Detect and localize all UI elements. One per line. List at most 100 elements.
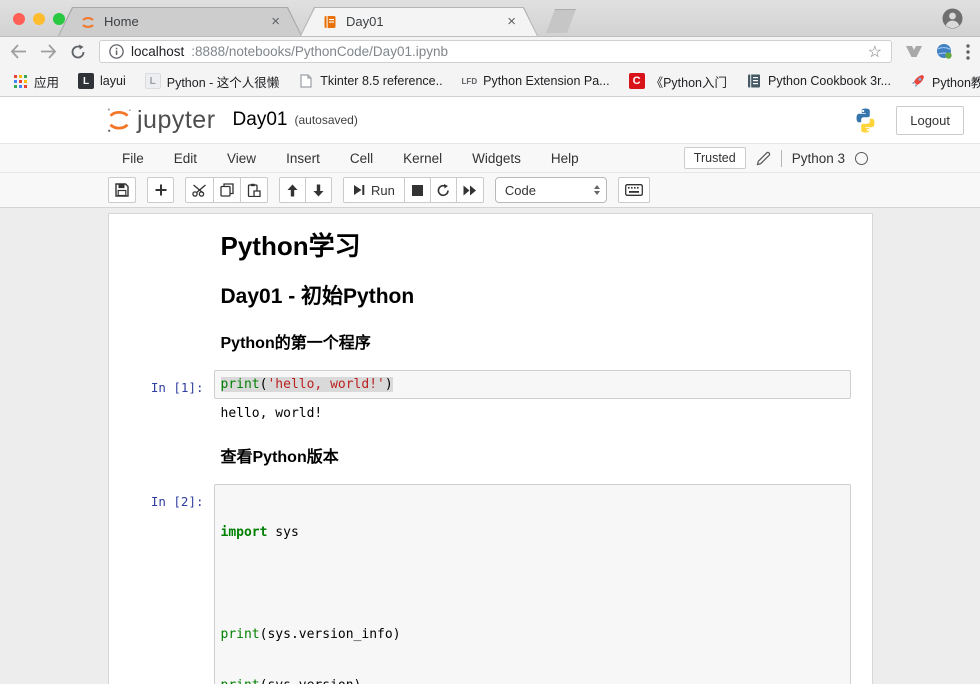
red-c-icon: C	[629, 73, 645, 89]
restart-run-all-button[interactable]	[456, 177, 484, 203]
profile-avatar-icon[interactable]	[942, 8, 963, 29]
bookmarks-bar: 应用 L layui L Python - 这个人很懒 Tkinter 8.5 …	[0, 66, 980, 97]
url-host: localhost	[131, 44, 184, 59]
fast-forward-icon	[463, 185, 477, 196]
bookmark-label: Python Cookbook 3r...	[768, 74, 891, 88]
notebook-menubar: File Edit View Insert Cell Kernel Widget…	[0, 143, 980, 173]
menu-kernel[interactable]: Kernel	[388, 151, 457, 166]
forward-icon[interactable]	[40, 44, 57, 59]
copy-cell-button[interactable]	[213, 177, 241, 203]
edit-title-pencil-icon[interactable]	[756, 151, 771, 166]
select-spinner-icon	[594, 185, 600, 195]
code-line: print(sys.version)	[221, 677, 844, 684]
menu-view[interactable]: View	[212, 151, 271, 166]
run-label: Run	[371, 183, 395, 198]
add-cell-button[interactable]	[147, 177, 174, 203]
tab-close-icon[interactable]: ×	[507, 14, 516, 29]
bookmark-apps[interactable]: 应用	[12, 72, 59, 91]
page-icon	[298, 73, 314, 89]
cut-cell-button[interactable]	[185, 177, 214, 203]
menu-cell[interactable]: Cell	[335, 151, 388, 166]
bookmark-python-intro[interactable]: C 《Python入门	[629, 72, 727, 91]
book-cover-icon	[746, 73, 762, 89]
copy-icon	[220, 183, 234, 197]
code-line	[221, 575, 844, 592]
divider	[781, 150, 782, 167]
menu-file[interactable]: File	[108, 151, 159, 166]
browser-window: Home × Day01 ×	[0, 0, 980, 684]
apps-grid-icon	[12, 73, 28, 89]
bookmark-python-extension[interactable]: LFD Python Extension Pa...	[462, 73, 610, 89]
bookmark-label: Tkinter 8.5 reference..	[320, 74, 442, 88]
input-prompt: In [1]:	[109, 370, 214, 399]
lfd-icon: LFD	[462, 73, 478, 89]
trusted-button[interactable]: Trusted	[684, 147, 746, 169]
url-bar[interactable]: localhost :8888/notebooks/PythonCode/Day0…	[99, 40, 892, 63]
page-info-icon[interactable]	[109, 44, 124, 59]
plus-icon	[155, 184, 167, 196]
tab-home[interactable]: Home ×	[58, 7, 302, 36]
bookmark-label: Python教程	[932, 72, 980, 91]
code-input-area[interactable]: import sys print(sys.version_info) print…	[214, 484, 851, 684]
logout-button[interactable]: Logout	[896, 106, 964, 135]
bookmark-star-icon[interactable]: ☆	[868, 42, 882, 62]
command-palette-button[interactable]	[618, 177, 650, 203]
menu-help[interactable]: Help	[536, 151, 594, 166]
notebook-scroll-area[interactable]: Python学习 Day01 - 初始Python Python的第一个程序 I…	[0, 208, 980, 684]
letter-l-icon: L	[145, 73, 161, 89]
bookmark-python-tutorial[interactable]: Python教程	[910, 72, 980, 91]
move-cell-down-button[interactable]	[305, 177, 332, 203]
reload-icon[interactable]	[70, 44, 86, 60]
tab-close-icon[interactable]: ×	[271, 14, 280, 29]
url-path: :8888/notebooks/PythonCode/Day01.ipynb	[191, 44, 860, 59]
step-forward-icon	[353, 184, 365, 196]
minimize-window-button[interactable]	[33, 13, 45, 25]
extension-v-icon[interactable]	[905, 45, 923, 58]
browser-titlebar: Home × Day01 ×	[0, 0, 980, 37]
menu-widgets[interactable]: Widgets	[457, 151, 536, 166]
notebook-title[interactable]: Day01	[233, 109, 288, 131]
notebook-favicon-icon	[322, 14, 338, 30]
bookmark-label: 《Python入门	[651, 72, 727, 91]
markdown-heading-4: 查看Python版本	[109, 448, 872, 468]
kernel-name: Python 3	[792, 151, 845, 166]
arrow-down-icon	[313, 184, 324, 197]
menu-edit[interactable]: Edit	[159, 151, 212, 166]
keyboard-icon	[625, 184, 643, 196]
bookmark-tkinter[interactable]: Tkinter 8.5 reference..	[298, 73, 442, 89]
jupyter-logo[interactable]: jupyter	[104, 105, 216, 135]
restart-icon	[437, 184, 450, 197]
restart-kernel-button[interactable]	[430, 177, 457, 203]
new-tab-button[interactable]	[546, 9, 576, 33]
jupyter-wordmark: jupyter	[137, 108, 216, 135]
bookmark-label: Python Extension Pa...	[483, 74, 609, 88]
tab-day01[interactable]: Day01 ×	[300, 7, 538, 36]
markdown-heading-1: Python学习	[109, 230, 872, 262]
bookmark-layui[interactable]: L layui	[78, 73, 126, 89]
jupyter-header: jupyter Day01 (autosaved) Logout	[0, 97, 980, 143]
interrupt-kernel-button[interactable]	[404, 177, 431, 203]
jupyter-logo-icon	[104, 105, 134, 135]
python-logo-icon	[852, 107, 879, 134]
back-icon[interactable]	[10, 44, 27, 59]
tab-title: Day01	[346, 14, 499, 29]
layui-icon: L	[78, 73, 94, 89]
menu-insert[interactable]: Insert	[271, 151, 335, 166]
jupyter-favicon-icon	[80, 14, 96, 30]
bookmark-python-blog[interactable]: L Python - 这个人很懒	[145, 72, 280, 91]
move-cell-up-button[interactable]	[279, 177, 306, 203]
notebook-page: Python学习 Day01 - 初始Python Python的第一个程序 I…	[108, 213, 873, 684]
paste-cell-button[interactable]	[240, 177, 268, 203]
run-cell-button[interactable]: Run	[343, 177, 405, 203]
rocket-icon	[910, 73, 926, 89]
extension-globe-icon[interactable]	[936, 43, 953, 60]
save-button[interactable]	[108, 177, 136, 203]
browser-toolbar: localhost :8888/notebooks/PythonCode/Day0…	[0, 37, 980, 66]
browser-menu-icon[interactable]	[966, 44, 970, 60]
cell-type-select[interactable]: Code	[495, 177, 607, 203]
code-input-area[interactable]: print('hello, world!')	[214, 370, 851, 399]
tab-title: Home	[104, 14, 263, 29]
arrow-up-icon	[287, 184, 298, 197]
close-window-button[interactable]	[13, 13, 25, 25]
bookmark-python-cookbook[interactable]: Python Cookbook 3r...	[746, 73, 891, 89]
